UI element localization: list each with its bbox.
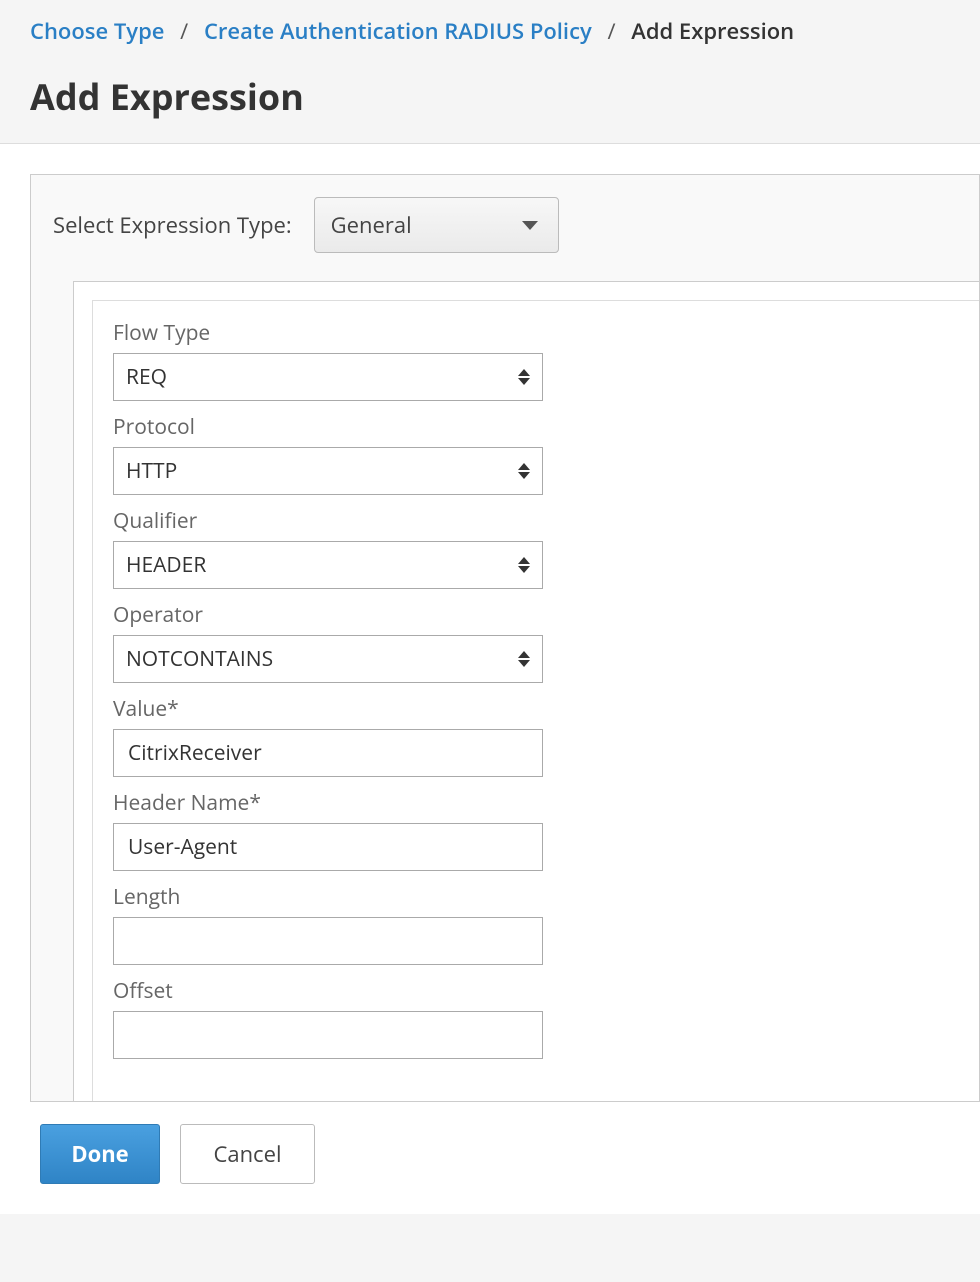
select-arrows-icon [518,369,530,385]
qualifier-label: Qualifier [113,507,959,535]
value-input[interactable] [126,730,530,776]
protocol-label: Protocol [113,413,959,441]
protocol-select[interactable]: HTTP [113,447,543,495]
expression-type-label: Select Expression Type: [53,210,292,240]
cancel-button[interactable]: Cancel [180,1124,315,1184]
breadcrumb-separator: / [597,16,625,46]
breadcrumb-create-radius-policy[interactable]: Create Authentication RADIUS Policy [204,16,592,46]
value-label: Value* [113,695,959,723]
breadcrumb-choose-type[interactable]: Choose Type [30,16,164,46]
breadcrumb-separator: / [170,16,198,46]
header-name-label: Header Name* [113,789,959,817]
select-arrows-icon [518,463,530,479]
offset-label: Offset [113,977,959,1005]
header-name-input[interactable] [126,824,530,870]
operator-label: Operator [113,601,959,629]
offset-input[interactable] [126,1012,530,1058]
done-button[interactable]: Done [40,1124,160,1184]
expression-panel: Select Expression Type: General Flow Typ… [30,174,980,1102]
breadcrumb-current: Add Expression [631,16,794,46]
expression-type-value: General [331,210,412,240]
expression-type-select[interactable]: General [314,197,559,253]
flow-type-select[interactable]: REQ [113,353,543,401]
qualifier-select[interactable]: HEADER [113,541,543,589]
protocol-value: HTTP [126,457,177,485]
flow-type-value: REQ [126,363,167,391]
operator-select[interactable]: NOTCONTAINS [113,635,543,683]
operator-value: NOTCONTAINS [126,645,273,673]
breadcrumb: Choose Type / Create Authentication RADI… [30,16,950,46]
length-label: Length [113,883,959,911]
dropdown-caret-icon [522,221,538,230]
flow-type-label: Flow Type [113,319,959,347]
expression-form: Flow Type REQ Protocol HTTP Qualifier [92,300,979,1101]
select-arrows-icon [518,557,530,573]
qualifier-value: HEADER [126,551,206,579]
page-title: Add Expression [30,72,950,121]
length-input[interactable] [126,918,530,964]
select-arrows-icon [518,651,530,667]
